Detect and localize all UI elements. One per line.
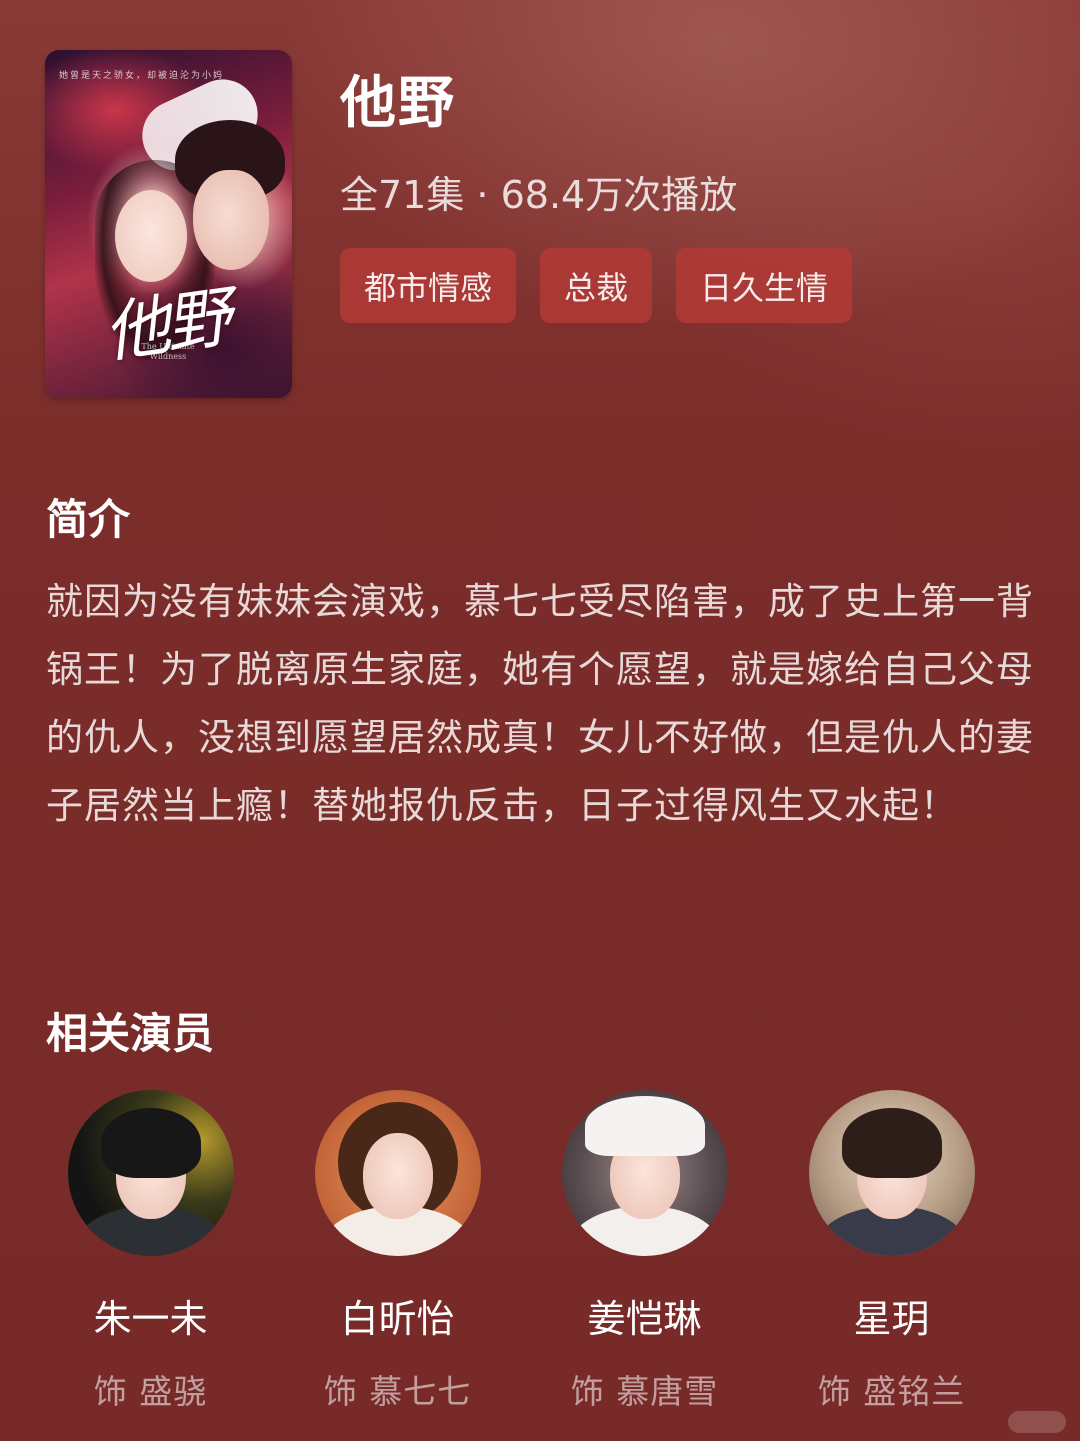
cast-item[interactable]: 姜恺琳 饰 慕唐雪 [521,1090,768,1413]
actor-role: 饰 慕七七 [323,1372,472,1411]
poster-subtitle-art: The Ultimate Wildness [141,342,195,361]
poster-figure-face-male [193,170,269,270]
actor-name: 星玥 [853,1297,930,1341]
actor-name: 姜恺琳 [587,1297,702,1341]
cast-heading: 相关演员 [46,1009,215,1058]
poster-figure-face-female [115,190,187,282]
show-meta: 全71集 · 68.4万次播放 [340,173,738,217]
poster-top-text: 她曾是天之骄女，却被迫沦为小妈 [59,71,225,81]
avatar[interactable] [314,1090,481,1256]
avatar[interactable] [67,1090,234,1256]
cast-list: 朱一未 饰 盛骁 白昕怡 饰 慕七七 姜恺琳 饰 慕唐雪 星玥 饰 盛铭兰 [27,1090,1027,1413]
show-title: 他野 [340,71,456,136]
synopsis-heading: 简介 [46,495,131,544]
actor-name: 朱一未 [93,1297,208,1341]
actor-name: 白昕怡 [340,1297,455,1341]
synopsis-text: 就因为没有妹妹会演戏，慕七七受尽陷害，成了史上第一背锅王！为了脱离原生家庭，她有… [46,580,1034,827]
avatar[interactable] [561,1090,728,1256]
drama-detail-page: 她曾是天之骄女，却被迫沦为小妈 他野 The Ultimate Wildness… [0,0,1080,1441]
actor-role: 饰 盛铭兰 [817,1372,966,1411]
actor-role: 饰 慕唐雪 [570,1372,719,1411]
cast-item[interactable]: 朱一未 饰 盛骁 [27,1090,274,1413]
tag-urban-romance[interactable]: 都市情感 [340,248,517,323]
actor-role: 饰 盛骁 [93,1372,208,1411]
tag-ceo[interactable]: 总裁 [540,248,653,323]
tag-list: 都市情感 总裁 日久生情 [340,248,853,323]
watermark-badge [1008,1411,1066,1433]
poster-image[interactable]: 她曾是天之骄女，却被迫沦为小妈 他野 The Ultimate Wildness [45,50,292,398]
tag-slow-burn[interactable]: 日久生情 [676,248,853,323]
cast-item[interactable]: 星玥 饰 盛铭兰 [768,1090,1015,1413]
cast-item[interactable]: 白昕怡 饰 慕七七 [274,1090,521,1413]
avatar[interactable] [808,1090,975,1256]
